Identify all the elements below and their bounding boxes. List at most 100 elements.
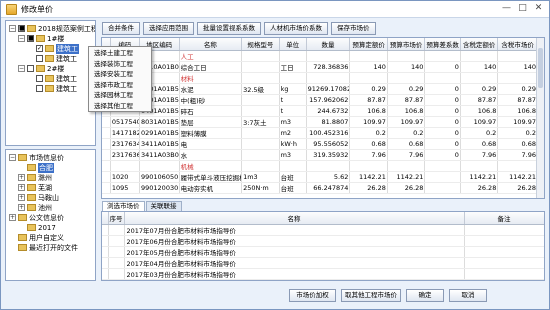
cancel-button[interactable]: 取消 — [449, 289, 487, 302]
table-cell[interactable] — [424, 50, 461, 62]
tree-checkbox[interactable] — [36, 55, 43, 62]
table-cell[interactable]: 87.87 — [460, 94, 499, 106]
table-cell[interactable]: 履带式单斗液压挖掘机 — [179, 171, 243, 183]
table-cell[interactable] — [241, 138, 280, 150]
table-cell[interactable] — [241, 50, 280, 62]
table-cell[interactable]: 台班 — [279, 171, 307, 183]
tree-node[interactable]: + 马鞍山 — [18, 193, 59, 202]
toolbar-button[interactable]: 合并条件 — [102, 22, 140, 35]
table-cell[interactable]: 0.29 — [460, 83, 499, 95]
column-header[interactable]: 单位 — [279, 38, 307, 51]
table-cell[interactable] — [424, 160, 461, 172]
table-cell[interactable]: 1095 — [110, 182, 141, 194]
project-tree[interactable]: − ■ 2018规范案例工程 − ■ 1#楼 ✓ 建筑工 建筑工 −2#楼 建筑工 建筑工 — [5, 20, 96, 146]
table-cell[interactable]: 0.29 — [349, 83, 388, 95]
table-cell[interactable] — [497, 72, 538, 84]
column-header[interactable]: 预算差系数 — [424, 38, 461, 51]
column-header[interactable]: 备注 — [464, 212, 544, 225]
table-cell[interactable]: 0.68 — [349, 138, 388, 150]
table-cell[interactable]: 7.96 — [497, 149, 538, 161]
table-cell[interactable] — [241, 94, 280, 106]
table-cell[interactable]: 0 — [424, 94, 461, 106]
expander-icon[interactable]: − — [18, 65, 25, 72]
expander-icon[interactable]: + — [9, 214, 16, 221]
table-cell[interactable]: 0 — [424, 61, 461, 73]
table-cell[interactable]: 1142.21 — [460, 171, 499, 183]
table-row[interactable]: 1020 990106050 履带式单斗液压挖掘机 1m3 台班 5.62 1142.21 1… — [102, 171, 538, 183]
table-row[interactable]: 2017年07月份合肥市材料市场指导价 — [102, 224, 544, 236]
table-cell[interactable] — [460, 160, 499, 172]
tree-node[interactable]: ✓ 建筑工 — [27, 43, 79, 54]
table-cell[interactable]: 塑料薄膜 — [179, 127, 243, 139]
price-source-tree[interactable]: − 市场信息价 合肥 + 滁州 + 芜湖 + 马鞍山 + 池州 + 公文信息价 2017 用户自定义 最近打开… — [5, 149, 96, 281]
table-cell[interactable] — [387, 72, 426, 84]
table-cell[interactable]: 319.35932 — [306, 149, 351, 161]
expander-icon[interactable]: + — [18, 184, 25, 191]
table-cell[interactable] — [464, 246, 544, 258]
table-cell[interactable]: m2 — [279, 127, 307, 139]
table-cell[interactable]: 66.247874 — [306, 182, 351, 194]
table-cell[interactable] — [139, 160, 180, 172]
table-cell[interactable] — [279, 160, 307, 172]
table-cell[interactable]: 7.96 — [387, 149, 426, 161]
column-header[interactable]: 名称 — [124, 212, 465, 225]
expander-icon[interactable]: − — [9, 154, 16, 161]
table-cell[interactable] — [497, 160, 538, 172]
table-row[interactable]: 材料 — [102, 72, 538, 84]
tree-node[interactable]: 2017 — [18, 223, 56, 232]
table-cell[interactable]: 2017年07月份合肥市材料市场指导价 — [124, 224, 465, 236]
table-row[interactable]: 0401A01B51BC中(粗)砂t157.96206287.8787.8708… — [102, 94, 538, 106]
table-cell[interactable]: 106.8 — [497, 105, 538, 117]
tree-node[interactable]: 合肥 — [18, 162, 54, 173]
table-cell[interactable] — [387, 160, 426, 172]
table-cell[interactable]: 109.97 — [460, 116, 499, 128]
table-cell[interactable]: 0 — [424, 83, 461, 95]
column-header[interactable]: 序号 — [108, 212, 125, 225]
tree-checkbox[interactable] — [36, 85, 43, 92]
table-cell[interactable]: 1m3 — [241, 171, 280, 183]
table-cell[interactable]: 2017年02月份合肥市材料市场指导价 — [124, 279, 465, 280]
table-row[interactable]: 14171820291A01B51B塑料薄膜m2100.4523160.20.2… — [102, 127, 538, 139]
table-cell[interactable]: t — [279, 94, 307, 106]
close-button[interactable]: ✕ — [532, 3, 545, 15]
table-cell[interactable] — [460, 72, 499, 84]
table-cell[interactable]: 26.28 — [387, 182, 426, 194]
table-cell[interactable] — [464, 268, 544, 280]
table-cell[interactable]: 91269.17082 — [306, 83, 351, 95]
table-cell[interactable] — [241, 105, 280, 117]
table-cell[interactable]: 1020 — [110, 171, 141, 183]
table-cell[interactable]: 157.962062 — [306, 94, 351, 106]
table-row[interactable]: 2017年02月份合肥市材料市场指导价 — [102, 279, 544, 280]
minimize-button[interactable]: — — [500, 3, 513, 15]
table-cell[interactable]: 140 — [387, 61, 426, 73]
table-cell[interactable]: 0.68 — [387, 138, 426, 150]
table-cell[interactable]: 109.97 — [497, 116, 538, 128]
tree-checkbox[interactable]: ■ — [18, 25, 25, 32]
table-cell[interactable]: 250N·m — [241, 182, 280, 194]
table-row[interactable]: 23176343411A01B51BV电kW·h95.5560520.680.6… — [102, 138, 538, 150]
table-cell[interactable]: 990120030 — [139, 182, 180, 194]
table-cell[interactable]: 0 — [424, 105, 461, 117]
column-header[interactable]: 预算市场价 — [387, 38, 426, 51]
tree-checkbox[interactable]: ■ — [27, 35, 34, 42]
table-cell[interactable] — [306, 160, 351, 172]
table-cell[interactable]: 水 — [179, 149, 243, 161]
table-cell[interactable] — [424, 182, 461, 194]
table-cell[interactable]: 106.8 — [349, 105, 388, 117]
tree-node[interactable]: 最近打开的文件 — [9, 243, 78, 252]
table-cell[interactable]: 0 — [424, 116, 461, 128]
table-cell[interactable] — [464, 279, 544, 280]
tree-node[interactable]: − ■ 2018规范案例工程 — [9, 24, 95, 33]
table-cell[interactable]: 材料 — [179, 72, 243, 84]
table-cell[interactable]: 2017年05月份合肥市材料市场指导价 — [124, 246, 465, 258]
column-header[interactable]: 名称 — [179, 38, 243, 51]
table-cell[interactable]: 0.29 — [387, 83, 426, 95]
table-cell[interactable]: 2017年03月份合肥市材料市场指导价 — [124, 268, 465, 280]
table-cell[interactable]: 0.29 — [497, 83, 538, 95]
table-cell[interactable]: 26.28 — [497, 182, 538, 194]
table-cell[interactable]: 728.36836 — [306, 61, 351, 73]
table-cell[interactable] — [306, 72, 351, 84]
table-cell[interactable]: 106.8 — [387, 105, 426, 117]
tree-node[interactable]: 建筑工 — [27, 54, 77, 63]
table-cell[interactable]: 100.452316 — [306, 127, 351, 139]
